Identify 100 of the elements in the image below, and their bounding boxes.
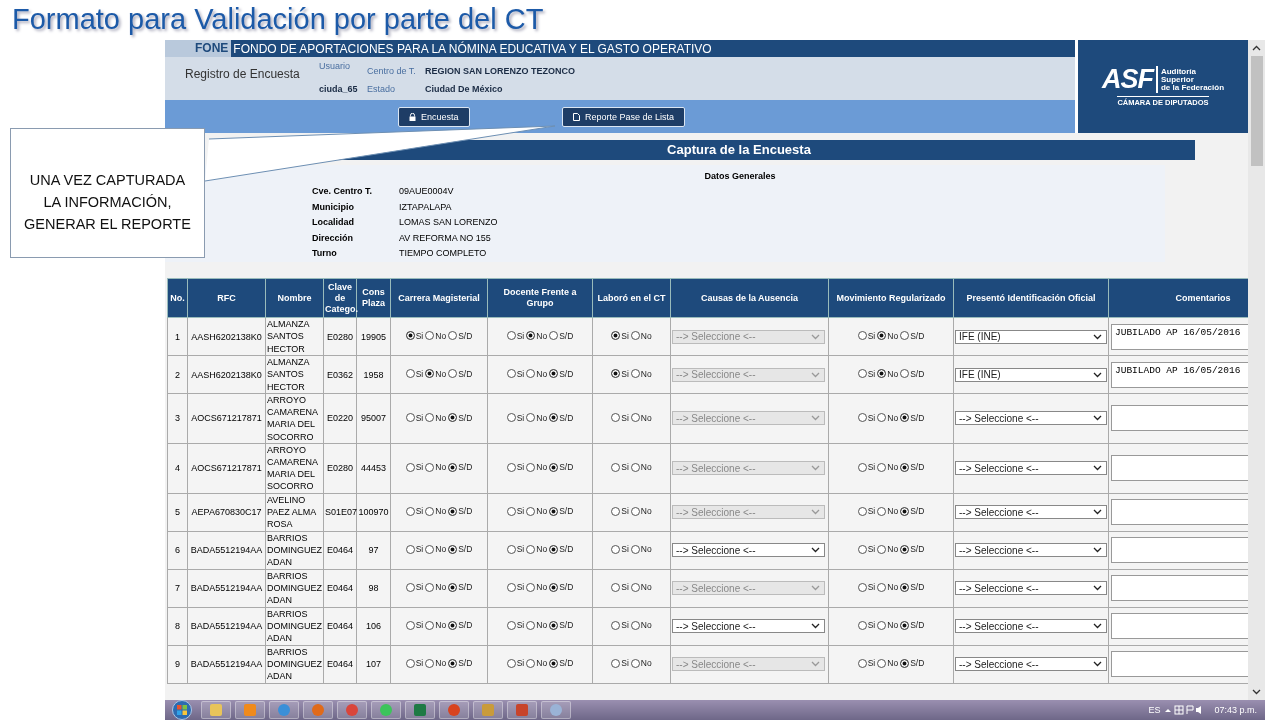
identification-select[interactable]: --> Seleccione <-- xyxy=(955,619,1107,634)
scroll-up-icon[interactable] xyxy=(1252,45,1261,51)
radio-option[interactable]: No xyxy=(630,506,652,517)
comment-field[interactable] xyxy=(1111,651,1248,678)
radio-option[interactable]: Si xyxy=(405,658,424,669)
radio-option[interactable]: Si xyxy=(506,412,525,423)
comment-field[interactable] xyxy=(1111,455,1248,482)
radio-option[interactable]: S/D xyxy=(900,544,925,555)
app-icon[interactable] xyxy=(235,701,265,719)
radio-option[interactable]: Si xyxy=(857,368,876,379)
radio-option[interactable]: S/D xyxy=(448,462,473,473)
radio-option[interactable]: No xyxy=(425,544,447,555)
radio-option[interactable]: S/D xyxy=(549,658,574,669)
radio-option[interactable]: S/D xyxy=(549,544,574,555)
radio-option[interactable]: No xyxy=(630,544,652,555)
identification-select[interactable]: --> Seleccione <-- xyxy=(955,505,1107,520)
radio-option[interactable]: S/D xyxy=(448,620,473,631)
radio-option[interactable]: S/D xyxy=(549,412,574,423)
radio-option[interactable]: No xyxy=(526,368,548,379)
radio-option[interactable]: No xyxy=(526,506,548,517)
radio-option[interactable]: S/D xyxy=(448,582,473,593)
absence-cause-select[interactable]: --> Seleccione <-- xyxy=(672,543,825,558)
comment-field[interactable] xyxy=(1111,537,1248,564)
radio-option[interactable]: Si xyxy=(506,330,525,341)
radio-option[interactable]: S/D xyxy=(900,506,925,517)
radio-option[interactable]: No xyxy=(526,412,548,423)
radio-option[interactable]: No xyxy=(630,462,652,473)
scroll-thumb[interactable] xyxy=(1250,56,1263,166)
radio-option[interactable]: No xyxy=(526,330,548,341)
radio-option[interactable]: Si xyxy=(857,462,876,473)
radio-option[interactable]: S/D xyxy=(549,620,574,631)
radio-option[interactable]: No xyxy=(526,658,548,669)
radio-option[interactable]: Si xyxy=(405,412,424,423)
radio-option[interactable]: Si xyxy=(506,544,525,555)
radio-option[interactable]: No xyxy=(425,462,447,473)
comment-field[interactable]: JUBILADO AP 16/05/2016 xyxy=(1111,323,1248,350)
app-icon[interactable] xyxy=(473,701,503,719)
radio-option[interactable]: Si xyxy=(405,620,424,631)
app-icon[interactable] xyxy=(269,701,299,719)
radio-option[interactable]: Si xyxy=(857,582,876,593)
radio-option[interactable]: No xyxy=(877,582,899,593)
comment-field[interactable] xyxy=(1111,405,1248,432)
app-icon[interactable] xyxy=(337,701,367,719)
app-icon[interactable] xyxy=(303,701,333,719)
identification-select[interactable]: --> Seleccione <-- xyxy=(955,411,1107,426)
identification-select[interactable]: --> Seleccione <-- xyxy=(955,543,1107,558)
radio-option[interactable]: Si xyxy=(405,582,424,593)
start-button[interactable] xyxy=(171,700,193,720)
identification-select[interactable]: --> Seleccione <-- xyxy=(955,461,1107,476)
radio-option[interactable]: Si xyxy=(405,330,424,341)
comment-field[interactable] xyxy=(1111,575,1248,602)
spreadsheet-icon[interactable] xyxy=(405,701,435,719)
radio-option[interactable]: No xyxy=(877,368,899,379)
radio-option[interactable]: S/D xyxy=(900,582,925,593)
radio-option[interactable]: No xyxy=(526,582,548,593)
identification-select[interactable]: IFE (INE) xyxy=(955,329,1107,344)
radio-option[interactable]: S/D xyxy=(448,412,473,423)
radio-option[interactable]: S/D xyxy=(448,368,473,379)
comment-field[interactable] xyxy=(1111,613,1248,640)
radio-option[interactable]: Si xyxy=(506,582,525,593)
radio-option[interactable]: S/D xyxy=(549,462,574,473)
radio-option[interactable]: S/D xyxy=(448,658,473,669)
radio-option[interactable]: No xyxy=(526,462,548,473)
radio-option[interactable]: S/D xyxy=(900,330,925,341)
radio-option[interactable]: S/D xyxy=(448,544,473,555)
radio-option[interactable]: No xyxy=(526,544,548,555)
radio-option[interactable]: Si xyxy=(506,462,525,473)
radio-option[interactable]: Si xyxy=(506,368,525,379)
radio-option[interactable]: No xyxy=(425,412,447,423)
absence-cause-select[interactable]: --> Seleccione <-- xyxy=(672,619,825,634)
radio-option[interactable]: Si xyxy=(506,658,525,669)
radio-option[interactable]: No xyxy=(877,544,899,555)
radio-option[interactable]: No xyxy=(630,368,652,379)
radio-option[interactable]: S/D xyxy=(549,368,574,379)
radio-option[interactable]: Si xyxy=(506,506,525,517)
radio-option[interactable]: No xyxy=(630,620,652,631)
radio-option[interactable]: S/D xyxy=(900,412,925,423)
radio-option[interactable]: No xyxy=(877,462,899,473)
clock[interactable]: 07:43 p.m. xyxy=(1214,705,1257,715)
scroll-down-icon[interactable] xyxy=(1252,689,1261,695)
language-indicator[interactable]: ES xyxy=(1148,705,1161,715)
radio-option[interactable]: No xyxy=(425,368,447,379)
radio-option[interactable]: S/D xyxy=(448,506,473,517)
radio-option[interactable]: No xyxy=(526,620,548,631)
radio-option[interactable]: Si xyxy=(857,544,876,555)
radio-option[interactable]: No xyxy=(425,582,447,593)
radio-option[interactable]: No xyxy=(425,620,447,631)
presentation-icon[interactable] xyxy=(507,701,537,719)
radio-option[interactable]: S/D xyxy=(549,506,574,517)
comment-field[interactable]: JUBILADO AP 16/05/2016 xyxy=(1111,361,1248,388)
radio-option[interactable]: Si xyxy=(506,620,525,631)
radio-option[interactable]: No xyxy=(877,412,899,423)
radio-option[interactable]: S/D xyxy=(900,368,925,379)
identification-select[interactable]: IFE (INE) xyxy=(955,367,1107,382)
app-icon[interactable] xyxy=(541,701,571,719)
radio-option[interactable]: S/D xyxy=(448,330,473,341)
radio-option[interactable]: Si xyxy=(405,506,424,517)
radio-option[interactable]: No xyxy=(630,658,652,669)
radio-option[interactable]: No xyxy=(877,506,899,517)
radio-option[interactable]: No xyxy=(630,412,652,423)
